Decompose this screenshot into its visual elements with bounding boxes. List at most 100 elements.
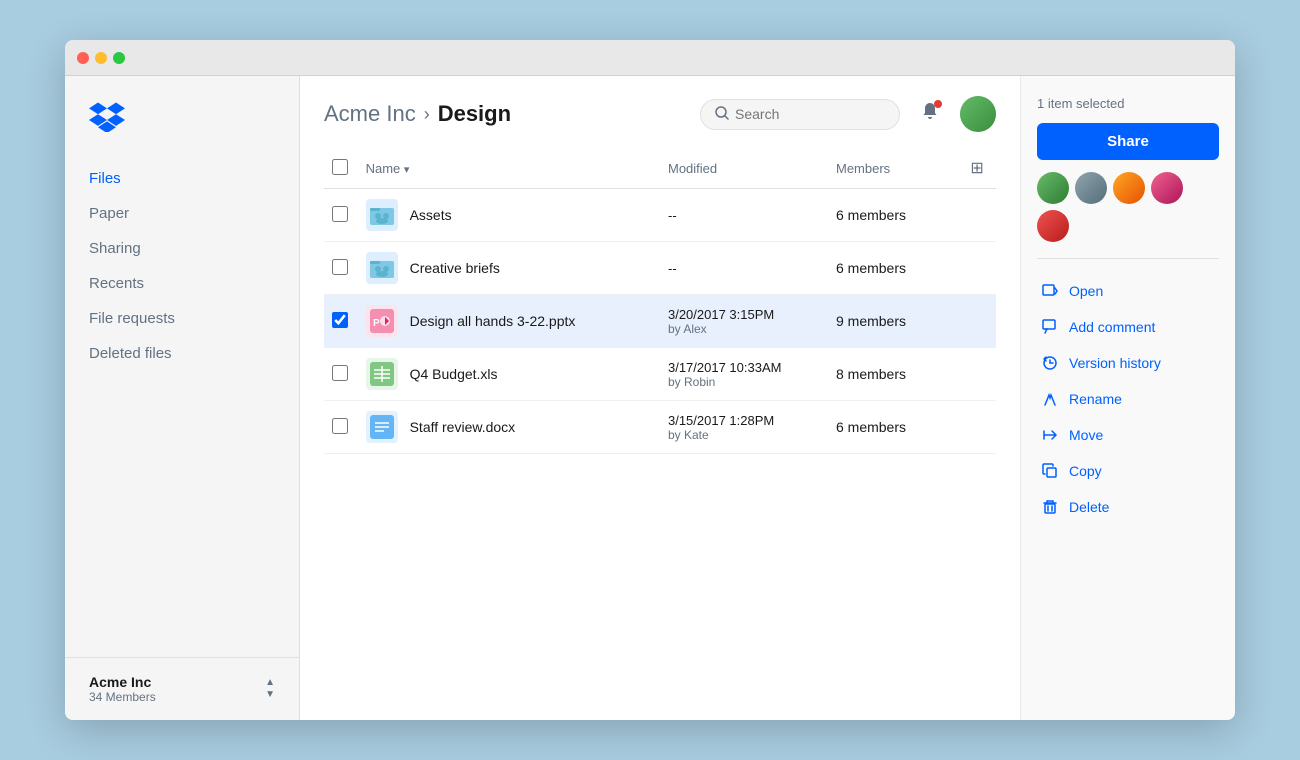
main-content: Files Paper Sharing Recents File request… — [65, 76, 1235, 720]
action-copy[interactable]: Copy — [1037, 455, 1219, 487]
modified-cell: 3/20/2017 3:15PMby Alex — [660, 295, 828, 348]
member-avatar-5 — [1037, 210, 1069, 242]
sidebar-item-recents[interactable]: Recents — [65, 266, 299, 301]
minimize-button[interactable] — [95, 52, 107, 64]
table-row[interactable]: P Design all hands 3-22.pptx 3/20/2017 3… — [324, 295, 996, 348]
rename-icon — [1041, 390, 1059, 408]
sort-icon[interactable]: ▾ — [404, 164, 410, 176]
modified-date: -- — [668, 208, 677, 223]
row-checkbox[interactable] — [332, 259, 348, 275]
member-avatar-2 — [1075, 172, 1107, 204]
main-header: Acme Inc › Design — [300, 76, 1020, 148]
delete-icon — [1041, 498, 1059, 516]
breadcrumb-separator: › — [424, 104, 430, 125]
main-panel: Acme Inc › Design — [300, 76, 1020, 720]
modified-by: by Robin — [668, 375, 820, 389]
table-row[interactable]: Staff review.docx 3/15/2017 1:28PMby Kat… — [324, 401, 996, 454]
breadcrumb-parent[interactable]: Acme Inc — [324, 101, 416, 127]
modified-cell: 3/17/2017 10:33AMby Robin — [660, 348, 828, 401]
action-move[interactable]: Move — [1037, 419, 1219, 451]
action-add-comment[interactable]: Add comment — [1037, 311, 1219, 343]
action-label-open: Open — [1069, 283, 1103, 299]
file-name-cell: Creative briefs — [366, 252, 652, 284]
maximize-button[interactable] — [113, 52, 125, 64]
action-label-move: Move — [1069, 427, 1103, 443]
header-actions — [700, 96, 996, 132]
modified-date: 3/20/2017 3:15PM — [668, 307, 820, 322]
modified-cell: 3/15/2017 1:28PMby Kate — [660, 401, 828, 454]
action-rename[interactable]: Rename — [1037, 383, 1219, 415]
arrow-up-icon[interactable]: ▲ — [265, 678, 275, 688]
action-open[interactable]: Open — [1037, 275, 1219, 307]
file-name-cell: P Design all hands 3-22.pptx — [366, 305, 652, 337]
user-avatar[interactable] — [960, 96, 996, 132]
org-name: Acme Inc — [89, 674, 156, 690]
modified-cell: -- — [660, 242, 828, 295]
members-cell: 8 members — [828, 348, 962, 401]
table-row[interactable]: Creative briefs -- 6 members — [324, 242, 996, 295]
action-version-history[interactable]: Version history — [1037, 347, 1219, 379]
sidebar-item-paper[interactable]: Paper — [65, 196, 299, 231]
modified-by: by Kate — [668, 428, 820, 442]
action-label-rename: Rename — [1069, 391, 1122, 407]
sidebar-footer: Acme Inc 34 Members ▲ ▼ — [65, 657, 299, 720]
action-delete[interactable]: Delete — [1037, 491, 1219, 523]
dropbox-logo-icon — [89, 100, 125, 132]
panel-divider — [1037, 258, 1219, 259]
sidebar-item-sharing[interactable]: Sharing — [65, 231, 299, 266]
row-checkbox[interactable] — [332, 418, 348, 434]
org-members: 34 Members — [89, 690, 156, 704]
sidebar: Files Paper Sharing Recents File request… — [65, 76, 300, 720]
file-name: Staff review.docx — [410, 419, 516, 435]
modified-by: by Alex — [668, 322, 820, 336]
col-name-label: Name — [366, 161, 401, 176]
file-icon — [366, 411, 398, 443]
modified-date: 3/15/2017 1:28PM — [668, 413, 820, 428]
action-label-copy: Copy — [1069, 463, 1102, 479]
notification-bell[interactable] — [912, 96, 948, 132]
close-button[interactable] — [77, 52, 89, 64]
file-name: Creative briefs — [410, 260, 500, 276]
selected-info: 1 item selected — [1037, 96, 1219, 111]
sidebar-item-file-requests[interactable]: File requests — [65, 301, 299, 336]
right-panel: 1 item selected Share Open Add comment V… — [1020, 76, 1235, 720]
row-checkbox[interactable] — [332, 365, 348, 381]
search-box[interactable] — [700, 99, 900, 130]
file-table: Name ▾ Modified Members ⊞ — [324, 148, 996, 454]
sidebar-nav: Files Paper Sharing Recents File request… — [65, 161, 299, 657]
file-icon — [366, 199, 398, 231]
row-checkbox[interactable] — [332, 312, 348, 328]
file-name: Q4 Budget.xls — [410, 366, 498, 382]
arrow-down-icon[interactable]: ▼ — [265, 690, 275, 700]
table-row[interactable]: Q4 Budget.xls 3/17/2017 10:33AMby Robin … — [324, 348, 996, 401]
file-name: Design all hands 3-22.pptx — [410, 313, 576, 329]
row-checkbox[interactable] — [332, 206, 348, 222]
share-button[interactable]: Share — [1037, 123, 1219, 160]
action-label-add-comment: Add comment — [1069, 319, 1155, 335]
col-modified-label: Modified — [660, 148, 828, 189]
file-icon — [366, 358, 398, 390]
copy-icon — [1041, 462, 1059, 480]
search-input[interactable] — [735, 106, 885, 122]
members-cell: 9 members — [828, 295, 962, 348]
table-row[interactable]: Assets -- 6 members — [324, 189, 996, 242]
history-icon — [1041, 354, 1059, 372]
comment-icon — [1041, 318, 1059, 336]
select-all-checkbox[interactable] — [332, 159, 348, 175]
sidebar-logo — [65, 100, 299, 161]
org-switcher[interactable]: ▲ ▼ — [265, 678, 275, 700]
member-avatar-4 — [1151, 172, 1183, 204]
breadcrumb-current: Design — [438, 101, 511, 127]
sidebar-org-info: Acme Inc 34 Members — [89, 674, 156, 704]
action-label-version-history: Version history — [1069, 355, 1161, 371]
col-members-label: Members — [828, 148, 962, 189]
sidebar-item-deleted-files[interactable]: Deleted files — [65, 336, 299, 371]
members-cell: 6 members — [828, 401, 962, 454]
member-avatar-3 — [1113, 172, 1145, 204]
modified-cell: -- — [660, 189, 828, 242]
app-window: Files Paper Sharing Recents File request… — [65, 40, 1235, 720]
member-avatars — [1037, 172, 1219, 242]
view-toggle-icon[interactable]: ⊞ — [970, 160, 983, 177]
sidebar-item-files[interactable]: Files — [65, 161, 299, 196]
svg-text:P: P — [373, 318, 380, 329]
